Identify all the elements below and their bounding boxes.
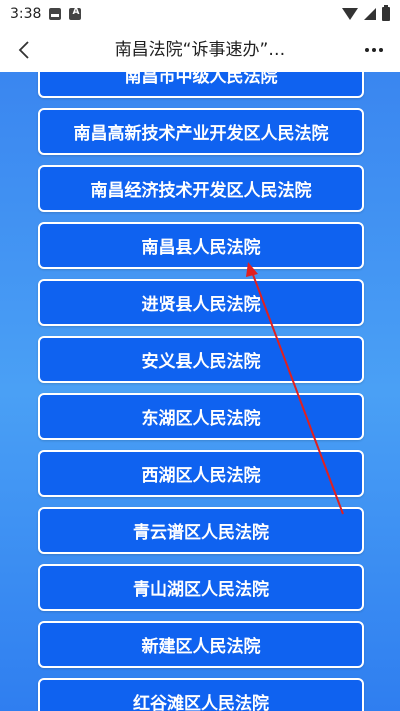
status-bar: 3:38 [0, 0, 400, 28]
court-button[interactable]: 进贤县人民法院 [38, 279, 364, 326]
battery-icon [382, 5, 390, 21]
court-button[interactable]: 西湖区人民法院 [38, 450, 364, 497]
court-button[interactable]: 新建区人民法院 [38, 621, 364, 668]
image-notification-icon [49, 8, 62, 20]
court-button[interactable]: 南昌经济技术开发区人民法院 [38, 165, 364, 212]
court-button[interactable]: 南昌县人民法院 [38, 222, 364, 269]
nav-bar: 南昌法院“诉事速办”… [0, 28, 400, 72]
court-button[interactable]: 青云谱区人民法院 [38, 507, 364, 554]
more-dot-icon [365, 48, 369, 52]
court-button[interactable]: 红谷滩区人民法院 [38, 678, 364, 711]
page-title: 南昌法院“诉事速办”… [114, 40, 286, 60]
court-button[interactable]: 东湖区人民法院 [38, 393, 364, 440]
court-list-panel: 南昌市中级人民法院 南昌高新技术产业开发区人民法院 南昌经济技术开发区人民法院 … [0, 72, 400, 711]
status-time: 3:38 [10, 6, 42, 22]
app-notification-icon [69, 7, 82, 20]
more-dot-icon [379, 48, 383, 52]
more-options-button[interactable] [358, 36, 390, 64]
court-button[interactable]: 青山湖区人民法院 [38, 564, 364, 611]
court-button[interactable]: 南昌高新技术产业开发区人民法院 [38, 108, 364, 155]
wifi-icon [342, 8, 358, 20]
court-list: 南昌市中级人民法院 南昌高新技术产业开发区人民法院 南昌经济技术开发区人民法院 … [38, 72, 364, 711]
more-dot-icon [372, 48, 376, 52]
court-button[interactable]: 南昌市中级人民法院 [38, 72, 364, 98]
status-left: 3:38 [10, 6, 82, 22]
signal-icon [364, 8, 376, 20]
status-right [342, 5, 390, 21]
court-button[interactable]: 安义县人民法院 [38, 336, 364, 383]
